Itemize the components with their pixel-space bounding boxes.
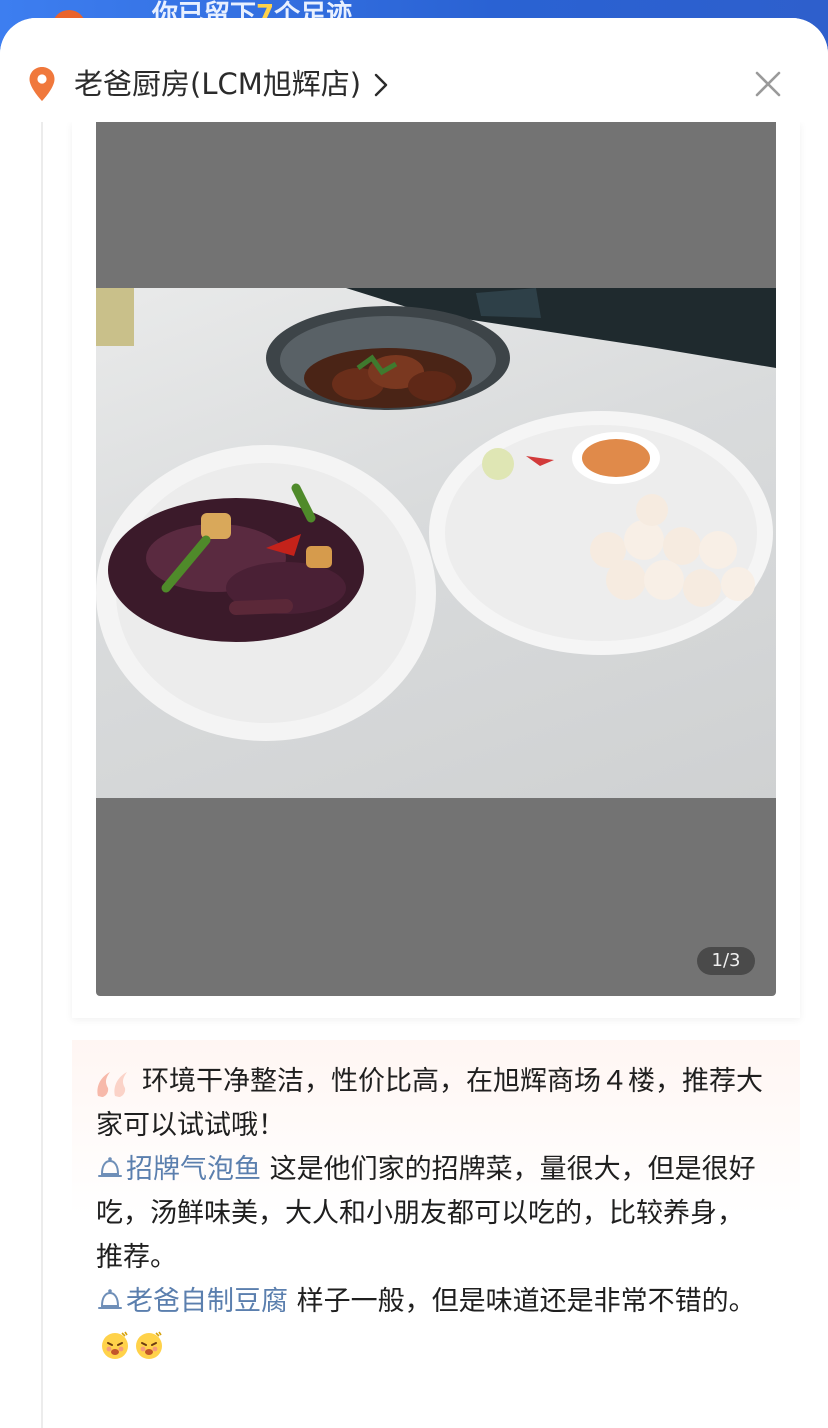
drunk-face-emoji-icon	[102, 1331, 128, 1359]
chevron-right-icon[interactable]	[374, 73, 388, 97]
shop-name-link[interactable]: 老爸厨房(LCM旭辉店)	[74, 64, 361, 104]
dish-tag-2[interactable]: 老爸自制豆腐	[96, 1286, 288, 1317]
dish-tag-1[interactable]: 招牌气泡鱼	[96, 1154, 261, 1185]
food-photo-illustration	[96, 288, 776, 741]
review-photo[interactable]: 1/3	[96, 122, 776, 996]
photo-card: 1/3	[72, 122, 800, 1018]
close-icon[interactable]	[754, 70, 782, 98]
review-body: 环境干净整洁，性价比高，在旭辉商场４楼，推荐大家可以试试哦！ 招牌气泡鱼 这是他…	[72, 1040, 800, 1428]
map-pin-icon	[29, 67, 55, 101]
sheet-header: 老爸厨房(LCM旭辉店)	[0, 18, 828, 122]
dish-comment-2: 样子一般，但是味道还是非常不错的。	[296, 1286, 756, 1317]
food-photo	[96, 288, 776, 798]
timeline-divider	[41, 122, 43, 1428]
drunk-face-emoji-icon	[136, 1331, 162, 1359]
review-summary: 环境干净整洁，性价比高，在旭辉商场４楼，推荐大家可以试试哦！	[96, 1066, 763, 1141]
bell-tag-icon	[98, 1157, 122, 1177]
review-detail-sheet: 老爸厨房(LCM旭辉店) 1/3 环境干净整洁，性价比高，在旭辉商场４楼，推荐大…	[0, 18, 828, 1428]
review-text: 环境干净整洁，性价比高，在旭辉商场４楼，推荐大家可以试试哦！ 招牌气泡鱼 这是他…	[96, 1060, 768, 1368]
bell-tag-icon	[98, 1289, 122, 1309]
photo-counter: 1/3	[697, 947, 755, 975]
